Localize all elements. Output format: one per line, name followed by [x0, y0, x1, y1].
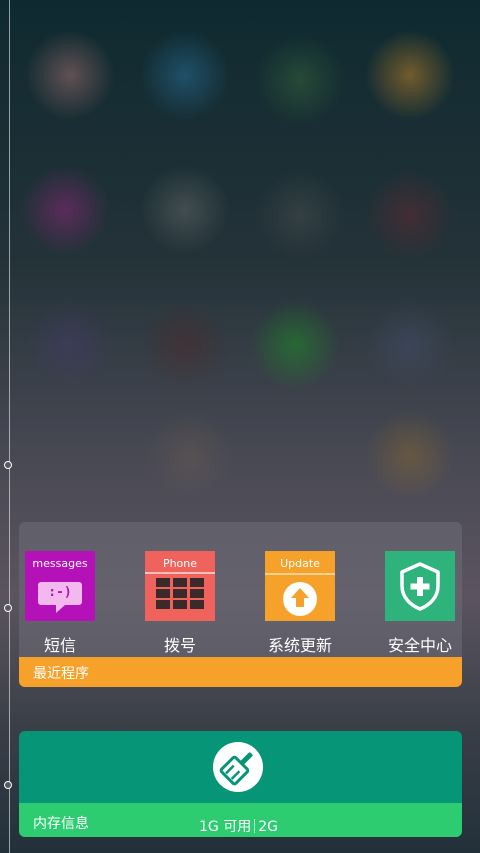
message-icon-text: :-): [48, 585, 72, 600]
recent-app-security[interactable]: 安全中心: [385, 551, 455, 655]
update-arrow-icon: [265, 573, 335, 616]
recent-app-update[interactable]: Update 系统更新: [265, 551, 335, 655]
memory-title: 内存信息: [33, 816, 89, 832]
memory-bar: 内存信息 1G 可用 2G: [19, 803, 462, 837]
security-name: 安全中心: [387, 636, 452, 655]
timeline-dot-memory: [4, 781, 12, 789]
security-tile[interactable]: [385, 551, 455, 621]
dialpad-icon: [145, 572, 215, 609]
update-tile[interactable]: Update: [265, 551, 335, 621]
phone-tile[interactable]: Phone: [145, 551, 215, 621]
recent-apps-card: messages :-) 短信 Phone 拨号 Update 系统更新 安全中…: [19, 522, 462, 687]
messages-tile[interactable]: messages :-): [25, 551, 95, 621]
memory-card: 内存信息 1G 可用 2G: [19, 731, 462, 837]
memory-available: 1G 可用: [199, 819, 252, 835]
memory-total: 2G: [258, 819, 278, 835]
phone-name: 拨号: [163, 636, 196, 655]
clean-memory-button[interactable]: [213, 742, 263, 792]
memory-divider: [254, 819, 256, 833]
shield-plus-icon: [400, 562, 440, 611]
timeline-rail: [9, 0, 10, 853]
timeline-dot-top: [4, 461, 12, 469]
update-name: 系统更新: [267, 636, 332, 655]
broom-icon: [219, 752, 253, 786]
recent-apps-title: 最近程序: [33, 666, 89, 682]
recent-app-phone[interactable]: Phone 拨号: [145, 551, 215, 655]
recent-app-messages[interactable]: messages :-) 短信: [25, 551, 95, 655]
blurred-wallpaper: [0, 0, 480, 853]
memory-usage: 1G 可用 2G: [199, 816, 278, 836]
recent-apps-bar: 最近程序: [19, 657, 462, 687]
messages-name: 短信: [43, 636, 76, 655]
timeline-dot-recent: [4, 604, 12, 612]
